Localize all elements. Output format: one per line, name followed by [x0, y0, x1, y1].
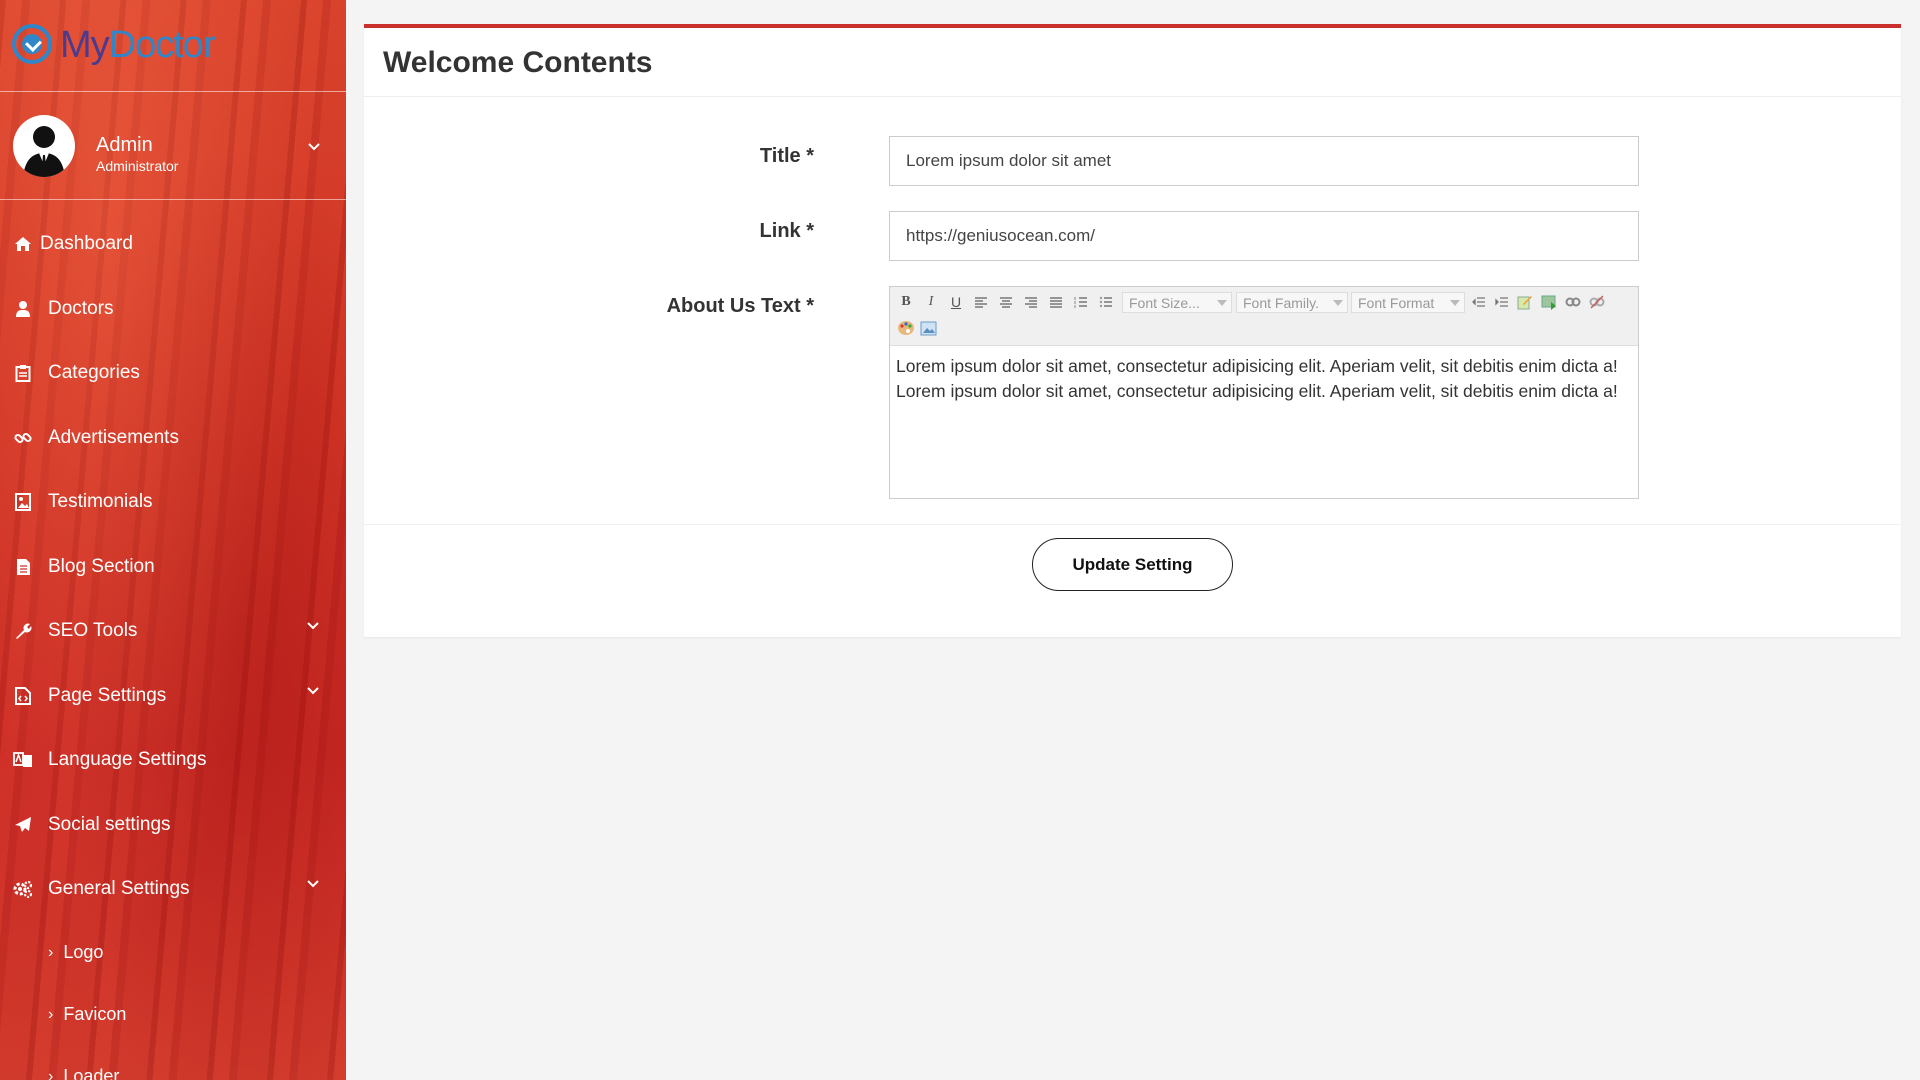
chevron-right-icon: › — [48, 1067, 54, 1080]
clipboard-icon — [12, 362, 34, 384]
outdent-icon[interactable] — [1470, 293, 1488, 311]
font-family-placeholder: Font Family. — [1243, 295, 1319, 311]
editor-text-line: Lorem ipsum dolor sit amet, consectetur … — [896, 356, 1618, 376]
link-icon — [12, 427, 34, 449]
sidebar-item-label: Testimonials — [48, 491, 153, 513]
brand-part2: Doctor — [108, 24, 216, 66]
footer-divider — [364, 524, 1901, 525]
sidebar-item-label: Advertisements — [48, 426, 179, 448]
logo-icon — [12, 24, 52, 64]
sidebar-item-label: Blog Section — [48, 555, 155, 577]
insert-link-icon[interactable] — [1564, 293, 1582, 311]
edit-html-icon[interactable] — [1516, 293, 1534, 311]
chevron-down-icon — [307, 686, 319, 694]
sidebar-subitem-label: Loader — [63, 1066, 120, 1080]
sidebar-item-label: Categories — [48, 362, 140, 384]
logo-bar: MyDoctor — [0, 0, 346, 92]
card-header: Welcome Contents — [364, 28, 1901, 97]
underline-icon[interactable]: U — [947, 293, 965, 311]
link-label: Link * — [759, 220, 814, 242]
sidebar-subitem-label: Logo — [63, 942, 104, 962]
font-format-select[interactable]: Font Format — [1351, 292, 1465, 313]
font-size-placeholder: Font Size... — [1129, 295, 1200, 311]
brand-logo[interactable]: MyDoctor — [60, 24, 216, 67]
chevron-right-icon: › — [48, 943, 54, 961]
sidebar-item-label: Dashboard — [40, 233, 133, 255]
sidebar-item-label: Page Settings — [48, 684, 167, 706]
language-icon — [12, 749, 34, 771]
indent-icon[interactable] — [1493, 293, 1511, 311]
font-format-placeholder: Font Format — [1358, 295, 1435, 311]
about-text-editor[interactable]: B I U Font Size... Font Family. Font For… — [889, 286, 1639, 499]
sidebar-item-advertisements[interactable]: Advertisements — [0, 406, 346, 471]
sidebar-item-testimonials[interactable]: Testimonials — [0, 470, 346, 535]
sidebar-subitem-loader[interactable]: › Loader — [0, 1046, 346, 1080]
title-input[interactable] — [889, 136, 1639, 186]
sidebar-subitem-logo[interactable]: › Logo — [0, 922, 346, 984]
brand-part1: My — [60, 24, 110, 66]
file-code-icon — [12, 685, 34, 707]
avatar — [13, 115, 75, 177]
chevron-right-icon: › — [48, 1005, 54, 1023]
sidebar-item-blog[interactable]: Blog Section — [0, 535, 346, 600]
sidebar-item-social-settings[interactable]: Social settings — [0, 793, 346, 858]
welcome-contents-card: Welcome Contents Title * Link * About Us… — [364, 24, 1901, 637]
profile-panel[interactable]: Admin Administrator — [0, 92, 346, 200]
chevron-down-icon — [307, 880, 319, 888]
sidebar-item-label: Social settings — [48, 813, 171, 835]
color-palette-icon[interactable] — [897, 319, 915, 337]
ordered-list-icon[interactable] — [1072, 293, 1090, 311]
sidebar-nav: Dashboard Doctors Categories Advertiseme… — [0, 212, 346, 1080]
sidebar-item-label: Language Settings — [48, 749, 207, 771]
update-setting-button[interactable]: Update Setting — [1032, 538, 1233, 591]
font-family-select[interactable]: Font Family. — [1236, 292, 1348, 313]
page-title: Welcome Contents — [383, 46, 653, 79]
profile-role: Administrator — [96, 158, 179, 174]
sidebar-subitem-label: Favicon — [63, 1004, 127, 1024]
sidebar-item-general-settings[interactable]: General Settings — [0, 857, 346, 922]
link-input[interactable] — [889, 211, 1639, 261]
editor-toolbar: B I U Font Size... Font Family. Font For… — [890, 287, 1638, 346]
align-right-icon[interactable] — [1022, 293, 1040, 311]
font-size-select[interactable]: Font Size... — [1122, 292, 1232, 313]
image-icon — [12, 491, 34, 513]
sidebar-item-page-settings[interactable]: Page Settings — [0, 664, 346, 729]
align-center-icon[interactable] — [997, 293, 1015, 311]
italic-icon[interactable]: I — [922, 293, 940, 311]
chevron-down-icon[interactable] — [307, 142, 321, 152]
image-edit-icon[interactable] — [920, 319, 938, 337]
align-justify-icon[interactable] — [1047, 293, 1065, 311]
sidebar-item-doctors[interactable]: Doctors — [0, 277, 346, 342]
user-md-icon — [12, 298, 34, 320]
sidebar-item-label: SEO Tools — [48, 620, 138, 642]
sidebar-subitem-favicon[interactable]: › Favicon — [0, 984, 346, 1046]
editor-text-line: Lorem ipsum dolor sit amet, consectetur … — [896, 381, 1618, 401]
bold-icon[interactable]: B — [897, 293, 915, 311]
wrench-icon — [12, 620, 34, 642]
sidebar-item-dashboard[interactable]: Dashboard — [0, 212, 346, 277]
align-left-icon[interactable] — [972, 293, 990, 311]
editor-content[interactable]: Lorem ipsum dolor sit amet, consectetur … — [890, 346, 1638, 412]
cogs-icon — [12, 878, 34, 900]
sidebar-item-seo-tools[interactable]: SEO Tools — [0, 599, 346, 664]
home-icon — [12, 233, 34, 255]
sidebar-item-language-settings[interactable]: Language Settings — [0, 728, 346, 793]
about-text-label: About Us Text * — [666, 295, 814, 317]
chevron-down-icon — [307, 622, 319, 630]
sidebar-item-categories[interactable]: Categories — [0, 341, 346, 406]
paper-plane-icon — [12, 814, 34, 836]
insert-image-icon[interactable] — [1540, 293, 1558, 311]
unordered-list-icon[interactable] — [1097, 293, 1115, 311]
profile-name: Admin — [96, 134, 153, 156]
file-icon — [12, 556, 34, 578]
sidebar-item-label: Doctors — [48, 297, 114, 319]
sidebar-item-label: General Settings — [48, 878, 190, 900]
title-label: Title * — [759, 145, 814, 167]
sidebar: MyDoctor Admin Administrator Dashboard D… — [0, 0, 346, 1080]
unlink-icon[interactable] — [1588, 293, 1606, 311]
